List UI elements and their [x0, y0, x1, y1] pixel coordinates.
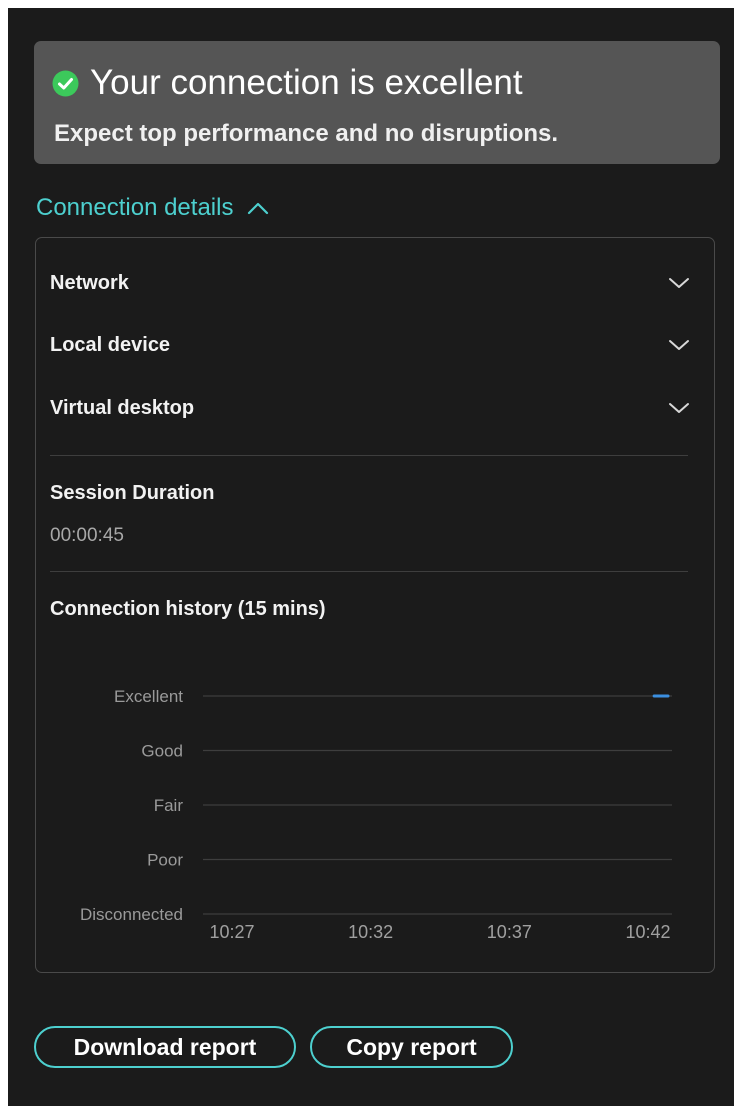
accordion-label: Local device	[50, 333, 171, 356]
x-axis-label: 10:37	[487, 922, 532, 942]
connection-details-toggle[interactable]: Connection details	[36, 194, 269, 222]
y-axis-label: Poor	[147, 851, 183, 870]
chevron-down-icon	[668, 276, 690, 290]
divider	[50, 571, 688, 572]
status-subtitle: Expect top performance and no disruption…	[54, 120, 559, 147]
y-axis-label: Disconnected	[80, 905, 183, 924]
status-title: Your connection is excellent	[90, 63, 523, 102]
chevron-down-icon	[668, 401, 690, 415]
check-circle-icon	[52, 70, 79, 97]
status-banner: Your connection is excellent Expect top …	[34, 41, 720, 164]
status-title-row: Your connection is excellent	[52, 63, 523, 103]
chevron-up-icon	[247, 201, 269, 215]
x-axis-label: 10:42	[625, 922, 670, 942]
y-axis-label: Excellent	[114, 687, 183, 706]
download-report-button[interactable]: Download report	[34, 1026, 296, 1068]
chevron-down-icon	[668, 338, 690, 352]
accordion-local-device[interactable]: Local device	[50, 325, 690, 365]
y-axis-label: Fair	[154, 796, 184, 815]
x-axis-label: 10:27	[209, 922, 254, 942]
accordion-network[interactable]: Network	[50, 263, 690, 303]
divider	[50, 455, 688, 456]
x-axis-label: 10:32	[348, 922, 393, 942]
y-axis-label: Good	[141, 742, 183, 761]
session-duration-label: Session Duration	[50, 482, 215, 504]
connection-panel: Your connection is excellent Expect top …	[8, 8, 734, 1106]
session-duration-value: 00:00:45	[50, 525, 124, 546]
connection-details-box: Network Local device Virtual desktop Ses…	[35, 237, 715, 973]
accordion-label: Network	[50, 271, 129, 294]
connection-details-label: Connection details	[36, 194, 234, 221]
accordion-virtual-desktop[interactable]: Virtual desktop	[50, 388, 690, 428]
copy-report-button[interactable]: Copy report	[310, 1026, 513, 1068]
connection-history-chart: Excellent Good Fair Poor Disconnected 10:27 10…	[80, 687, 672, 942]
connection-history-label: Connection history (15 mins)	[50, 598, 326, 620]
accordion-label: Virtual desktop	[50, 396, 195, 419]
